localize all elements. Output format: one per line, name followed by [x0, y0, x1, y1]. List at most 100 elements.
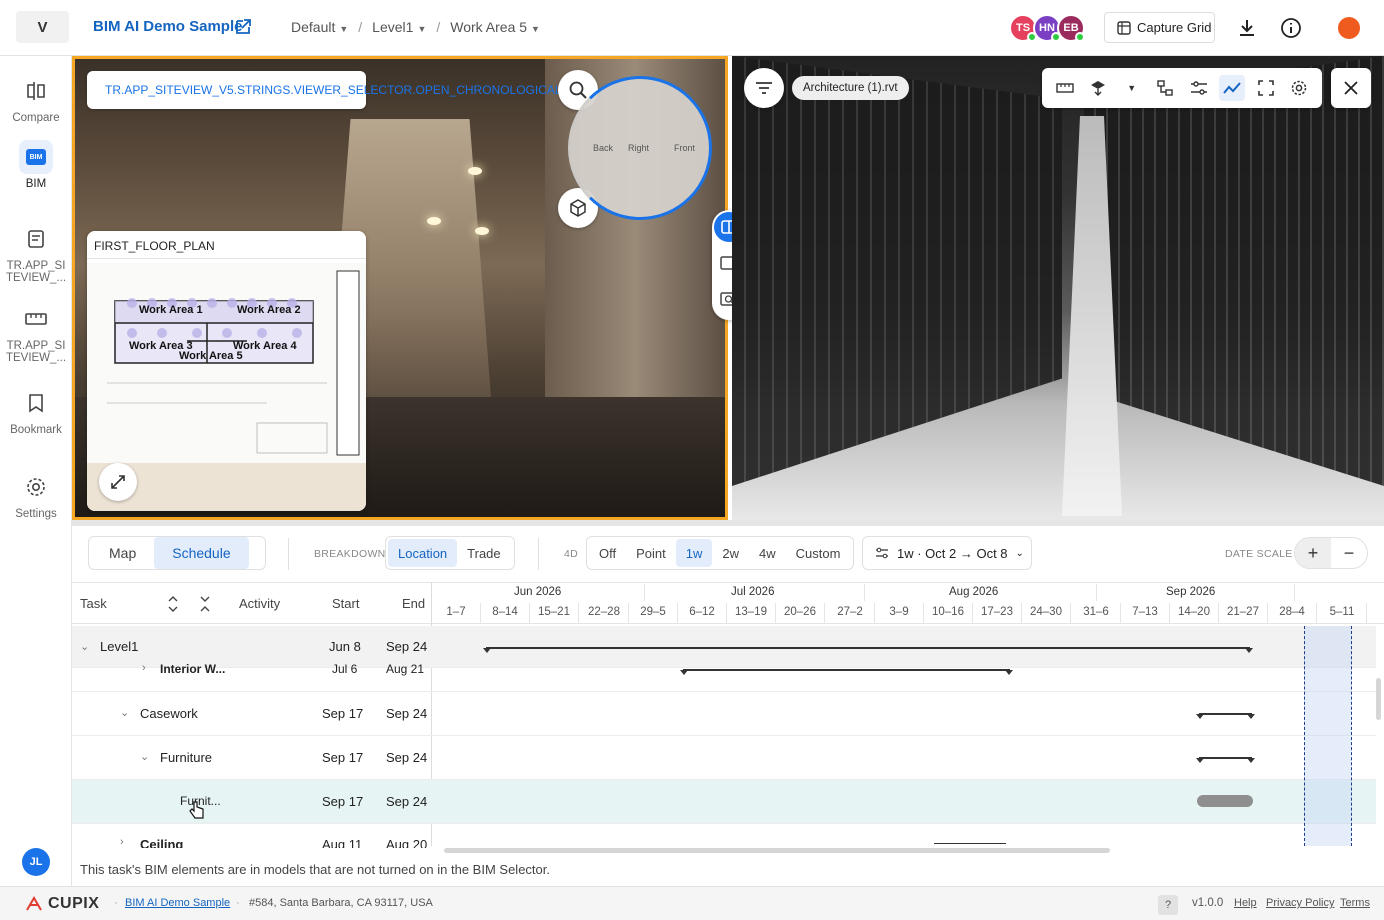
- tab-schedule[interactable]: Schedule: [154, 537, 249, 569]
- date-range-dropdown[interactable]: 1w · Oct 2 → Oct 8 ⌄: [862, 536, 1032, 570]
- compare-icon: [19, 74, 53, 108]
- collaborator-avatars[interactable]: TS HN EB: [1009, 14, 1085, 42]
- sidebar-item-siteview-2[interactable]: TR.APP_SI TEVIEW_...: [0, 302, 72, 364]
- sidebar-item-settings[interactable]: Settings: [0, 470, 72, 520]
- fourd-2w[interactable]: 2w: [712, 539, 749, 567]
- sort-icon[interactable]: [168, 595, 178, 613]
- breadcrumb-item-area[interactable]: Work Area 5 ▼: [450, 19, 540, 35]
- bim-filter-button[interactable]: [744, 68, 784, 108]
- collapse-all-icon[interactable]: [200, 595, 210, 613]
- table-row[interactable]: › Ceiling Aug 11 Aug 20: [72, 824, 1376, 848]
- gantt-summary-bar[interactable]: [483, 647, 1253, 653]
- task-end: Sep 24: [386, 750, 428, 765]
- fourd-1w[interactable]: 1w: [675, 539, 713, 567]
- work-area-label[interactable]: Work Area 5: [179, 350, 243, 362]
- work-area-label[interactable]: Work Area 1: [139, 304, 203, 316]
- fourd-off[interactable]: Off: [589, 539, 626, 567]
- chevron-down-icon[interactable]: ⌄: [140, 750, 149, 763]
- column-start[interactable]: Start: [332, 596, 359, 611]
- sidebar-item-label: BIM: [25, 178, 47, 190]
- task-name: Ceiling: [140, 837, 184, 848]
- footer-project-link[interactable]: BIM AI Demo Sample: [125, 897, 230, 909]
- project-title[interactable]: BIM AI Demo Sample: [93, 18, 242, 35]
- chronological-selector[interactable]: TR.APP_SITEVIEW_V5.STRINGS.VIEWER_SELECT…: [87, 71, 562, 109]
- floor-plan-drawing[interactable]: Work Area 1 Work Area 2 Work Area 3 Work…: [87, 263, 366, 463]
- fullscreen-button[interactable]: [1253, 75, 1279, 101]
- section-tool-button[interactable]: [1085, 75, 1111, 101]
- week-label: 6–12: [689, 606, 715, 618]
- gantt-summary-bar[interactable]: [934, 843, 1006, 844]
- avatar[interactable]: EB: [1057, 14, 1085, 42]
- gantt-summary-bar[interactable]: [1196, 757, 1255, 763]
- privacy-policy-link[interactable]: Privacy Policy: [1266, 897, 1334, 909]
- expand-minimap-button[interactable]: [99, 463, 137, 501]
- table-row-selected[interactable]: Furnit... Sep 17 Sep 24: [72, 780, 1376, 824]
- user-avatar[interactable]: JL: [22, 848, 50, 876]
- table-row[interactable]: ⌄ Casework Sep 17 Sep 24: [72, 692, 1376, 736]
- section-dropdown-button[interactable]: ▼: [1119, 75, 1145, 101]
- help-question-button[interactable]: ?: [1158, 895, 1178, 915]
- task-name: Interior W...: [160, 662, 226, 676]
- week-label: 21–27: [1227, 606, 1259, 618]
- week-label: 29–5: [640, 606, 666, 618]
- horizontal-scrollbar[interactable]: [444, 848, 1110, 853]
- capture-grid-button[interactable]: Capture Grid: [1104, 12, 1215, 43]
- column-task[interactable]: Task: [80, 596, 107, 611]
- fourd-custom[interactable]: Custom: [786, 539, 851, 567]
- capture-grid-icon: [1117, 20, 1131, 35]
- trend-button[interactable]: [1219, 75, 1246, 101]
- sidebar-item-bim[interactable]: BIM BIM: [0, 140, 72, 190]
- chevron-down-icon[interactable]: ⌄: [120, 706, 129, 719]
- bim-3d-viewer[interactable]: [732, 56, 1384, 520]
- model-tree-button[interactable]: [1152, 75, 1178, 101]
- info-icon[interactable]: [1280, 17, 1302, 39]
- column-end[interactable]: End: [402, 596, 425, 611]
- orientation-compass[interactable]: Back Right Front: [568, 76, 712, 220]
- measure-tool-button[interactable]: [1052, 75, 1078, 101]
- footer-separator: ·: [114, 897, 118, 909]
- cube-icon: [570, 199, 586, 217]
- chevron-right-icon[interactable]: ›: [120, 836, 124, 848]
- breadcrumb-item-level[interactable]: Level1 ▼: [372, 19, 426, 35]
- task-start: Sep 17: [322, 706, 364, 721]
- gantt-task-bar[interactable]: [1197, 795, 1253, 807]
- zoom-out-button[interactable]: −: [1331, 538, 1367, 568]
- gear-icon: [19, 470, 53, 504]
- download-icon[interactable]: [1236, 17, 1258, 39]
- external-link-icon[interactable]: [234, 18, 252, 36]
- bim-model-geometry: [1084, 56, 1384, 486]
- footer-address: #584, Santa Barbara, CA 93117, USA: [249, 897, 433, 909]
- gantt-summary-bar[interactable]: [1196, 713, 1255, 719]
- adjust-button[interactable]: [1186, 75, 1212, 101]
- bim-settings-button[interactable]: [1286, 75, 1312, 101]
- compass-front-label: Front: [674, 143, 696, 153]
- vertical-scrollbar[interactable]: [1376, 678, 1381, 720]
- work-area-label[interactable]: Work Area 2: [237, 304, 301, 316]
- fourd-point[interactable]: Point: [626, 539, 676, 567]
- breakdown-location[interactable]: Location: [388, 539, 458, 567]
- model-name-chip[interactable]: Architecture (1).rvt: [792, 76, 909, 100]
- sidebar-item-siteview-1[interactable]: TR.APP_SI TEVIEW_...: [0, 222, 72, 284]
- chevron-right-icon[interactable]: ›: [142, 662, 146, 674]
- month-divider: [1294, 584, 1295, 601]
- column-activity[interactable]: Activity: [239, 596, 280, 611]
- breadcrumb-item-group[interactable]: Default ▼: [291, 19, 348, 35]
- help-link[interactable]: Help: [1234, 897, 1257, 909]
- sidebar-item-bookmark[interactable]: Bookmark: [0, 386, 72, 436]
- breakdown-trade[interactable]: Trade: [457, 539, 510, 567]
- close-bim-button[interactable]: [1331, 68, 1371, 108]
- table-row[interactable]: › Interior W... Jul 6 Aug 21: [72, 660, 1376, 692]
- notification-icon[interactable]: [1338, 17, 1360, 39]
- workspace-logo-button[interactable]: V: [16, 11, 69, 43]
- gantt-summary-bar[interactable]: [680, 669, 1013, 675]
- sidebar-item-compare[interactable]: Compare: [0, 74, 72, 124]
- terms-link[interactable]: Terms: [1340, 897, 1370, 909]
- fourd-4w[interactable]: 4w: [749, 539, 786, 567]
- panorama-viewer[interactable]: TR.APP_SITEVIEW_V5.STRINGS.VIEWER_SELECT…: [72, 56, 728, 520]
- zoom-in-button[interactable]: +: [1295, 538, 1331, 568]
- tab-map[interactable]: Map: [91, 537, 154, 569]
- floor-plan-minimap[interactable]: FIRST_FLOOR_PLAN Work Area 1 Work Area 2…: [87, 231, 366, 511]
- table-row[interactable]: ⌄ Furniture Sep 17 Sep 24: [72, 736, 1376, 780]
- chevron-down-icon[interactable]: ⌄: [80, 640, 89, 653]
- chevron-down-icon: ▼: [1127, 83, 1137, 93]
